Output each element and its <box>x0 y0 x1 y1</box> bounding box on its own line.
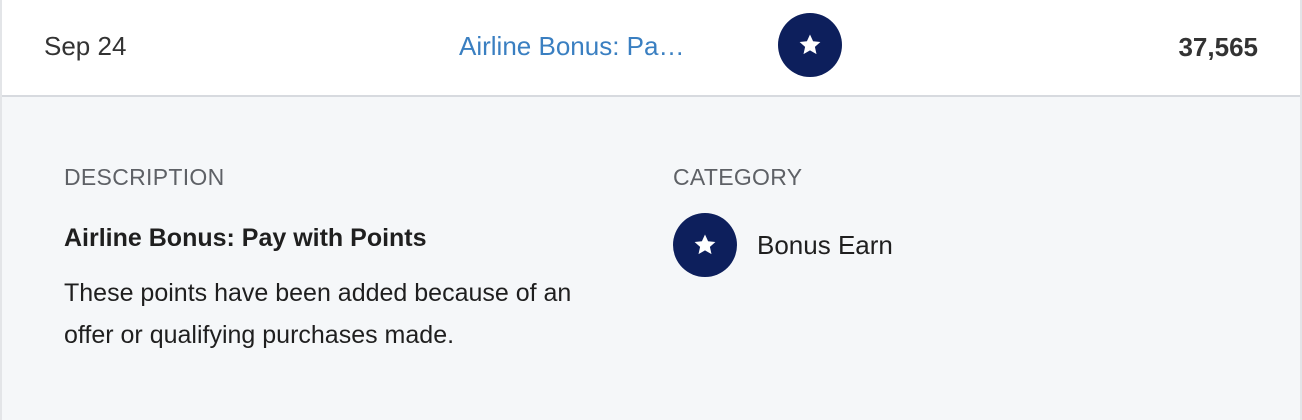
description-body: These points have been added because of … <box>64 279 572 349</box>
transaction-description-link[interactable]: Airline Bonus: Pa… <box>459 30 729 62</box>
category-name: Bonus Earn <box>757 230 893 260</box>
points-amount: 37,565 <box>1178 32 1258 62</box>
star-icon <box>673 213 737 277</box>
description-title: Airline Bonus: Pay with Points <box>64 224 427 252</box>
transaction-row[interactable]: Sep 24 Airline Bonus: Pa… 37,565 <box>2 0 1300 97</box>
transaction-card: Sep 24 Airline Bonus: Pa… 37,565 DESCRIP… <box>0 0 1302 420</box>
category-item: Bonus Earn <box>673 213 1173 277</box>
category-section: CATEGORY Bonus Earn <box>673 163 1173 277</box>
star-icon <box>778 13 842 77</box>
description-heading: DESCRIPTION <box>64 164 225 190</box>
category-heading: CATEGORY <box>673 164 803 190</box>
description-section: DESCRIPTION Airline Bonus: Pay with Poin… <box>64 163 634 356</box>
transaction-details-panel: DESCRIPTION Airline Bonus: Pay with Poin… <box>2 97 1300 420</box>
transaction-date: Sep 24 <box>44 31 127 61</box>
